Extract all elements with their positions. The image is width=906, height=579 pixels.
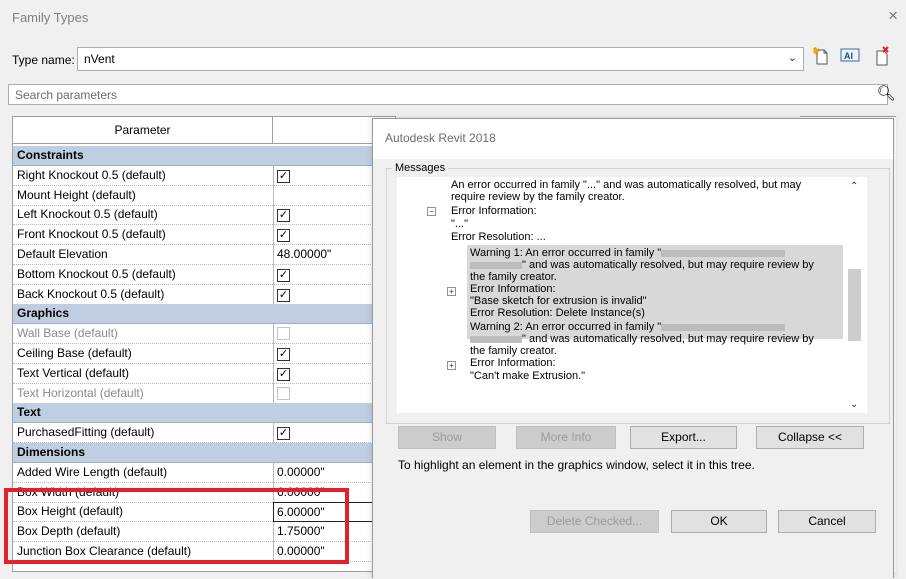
dialog-body: Messages An error occurred in family "..…	[373, 159, 893, 579]
parameter-name: Back Knockout 0.5 (default)	[17, 286, 165, 301]
ok-button[interactable]: OK	[671, 510, 767, 533]
parameter-name: Right Knockout 0.5 (default)	[17, 167, 166, 182]
type-name-value: nVent	[84, 52, 115, 66]
parameter-column-header[interactable]: Parameter	[13, 117, 273, 144]
expand-icon[interactable]: +	[447, 287, 456, 296]
tree-line[interactable]: Error Information:	[451, 205, 537, 217]
type-name-select[interactable]: nVent ⌄	[77, 47, 804, 71]
parameter-name: Mount Height (default)	[17, 187, 136, 202]
delete-type-icon[interactable]	[870, 46, 894, 70]
checkmark-icon[interactable]: ✓	[277, 427, 290, 441]
group-label: Constraints	[17, 148, 84, 162]
tree-line[interactable]: the family creator.	[470, 271, 557, 283]
parameter-name: Wall Base (default)	[17, 326, 118, 341]
cancel-button[interactable]: Cancel	[778, 510, 876, 533]
rename-type-glyph: AI	[844, 51, 853, 61]
scrollbar-thumb[interactable]	[848, 269, 861, 341]
parameter-name: Bottom Knockout 0.5 (default)	[17, 266, 176, 281]
parameter-name: Text Vertical (default)	[17, 365, 130, 380]
checkbox-empty[interactable]	[277, 386, 290, 400]
checkmark-icon[interactable]: ✓	[277, 229, 290, 243]
expand-icon[interactable]: +	[447, 361, 456, 370]
parameter-row: Default Elevation 48.00000"	[13, 245, 395, 265]
parameter-row: Wall Base (default)	[13, 324, 395, 345]
search-input[interactable]: Search parameters	[8, 84, 888, 105]
collapse-icon[interactable]: −	[427, 207, 436, 216]
group-label: Text	[17, 405, 41, 420]
tree-line[interactable]: Error Information:	[470, 283, 556, 295]
checkmark-icon[interactable]: ✓	[277, 288, 290, 302]
group-header[interactable]: Dimensions	[13, 443, 395, 463]
parameter-name: Default Elevation	[17, 247, 108, 261]
tree-line[interactable]: " and was automatically resolved, but ma…	[470, 259, 814, 271]
group-header[interactable]: Text	[13, 403, 395, 424]
rename-type-icon[interactable]: AI	[838, 46, 862, 70]
group-header[interactable]: Constraints	[13, 146, 395, 166]
parameter-row: Text Vertical (default) ✓	[13, 363, 395, 384]
tree-line[interactable]: Warning 2: An error occurred in family "	[470, 321, 786, 333]
parameter-row: Text Horizontal (default)	[13, 383, 395, 404]
collapse-button[interactable]: Collapse <<	[756, 426, 864, 449]
checkbox-empty[interactable]	[277, 327, 290, 341]
parameter-row: Left Knockout 0.5 (default) ✓	[13, 205, 395, 226]
parameter-name: Added Wire Length (default)	[17, 464, 168, 479]
parameter-row: Back Knockout 0.5 (default) ✓	[13, 284, 395, 305]
show-button[interactable]: Show	[398, 426, 496, 449]
dialog-hint: To highlight an element in the graphics …	[398, 458, 755, 472]
highlight-box	[4, 488, 349, 564]
tree-line[interactable]: require review by the family creator.	[451, 191, 625, 203]
tree-line[interactable]: Error Resolution: Delete Instance(s)	[470, 307, 645, 319]
tree-line[interactable]: Error Resolution: ...	[451, 231, 546, 243]
type-name-label: Type name:	[12, 53, 75, 67]
delete-checked-button[interactable]: Delete Checked...	[530, 510, 659, 533]
parameter-row: Front Knockout 0.5 (default) ✓	[13, 225, 395, 246]
tree-line[interactable]: "Can't make Extrusion."	[470, 370, 585, 382]
more-info-button[interactable]: More Info	[516, 426, 616, 449]
new-type-icon[interactable]	[810, 46, 834, 70]
messages-label: Messages	[392, 162, 449, 174]
parameter-name: Left Knockout 0.5 (default)	[17, 207, 158, 222]
tree-line[interactable]: "..."	[451, 218, 468, 230]
group-label: Dimensions	[17, 445, 86, 459]
parameter-row: PurchasedFitting (default) ✓	[13, 423, 395, 444]
tree-line[interactable]: An error occurred in family "..." and wa…	[451, 179, 801, 191]
messages-tree[interactable]: An error occurred in family "..." and wa…	[397, 177, 867, 413]
group-label: Graphics	[17, 306, 70, 321]
tree-line[interactable]: "Base sketch for extrusion is invalid"	[470, 295, 647, 307]
grid-header: Parameter	[13, 117, 395, 144]
checkmark-icon[interactable]: ✓	[277, 348, 290, 361]
dialog-title: Autodesk Revit 2018	[385, 131, 496, 145]
tree-scrollbar[interactable]: ⌃ ⌄	[846, 177, 863, 413]
parameter-row: Bottom Knockout 0.5 (default) ✓	[13, 264, 395, 285]
parameter-row: Ceiling Base (default) ✓	[13, 344, 395, 364]
search-icon[interactable]: 🔍︎	[875, 84, 897, 105]
checkmark-icon[interactable]: ✓	[277, 367, 290, 381]
scroll-down-icon[interactable]: ⌄	[850, 399, 858, 410]
checkmark-icon[interactable]: ✓	[277, 209, 290, 223]
parameter-name: Text Horizontal (default)	[17, 385, 144, 400]
tree-line[interactable]: " and was automatically resolved, but ma…	[470, 333, 814, 345]
parameter-row: Right Knockout 0.5 (default) ✓	[13, 165, 395, 186]
group-header[interactable]: Graphics	[13, 304, 395, 325]
tree-line[interactable]: Error Information:	[470, 357, 556, 369]
parameter-name: Front Knockout 0.5 (default)	[17, 227, 166, 242]
checkmark-icon[interactable]: ✓	[277, 268, 290, 282]
chevron-down-icon[interactable]: ⌄	[788, 51, 797, 64]
scroll-up-icon[interactable]: ⌃	[850, 181, 858, 192]
close-icon[interactable]: ×	[888, 6, 898, 26]
export-button[interactable]: Export...	[630, 426, 737, 449]
checkmark-icon[interactable]: ✓	[277, 169, 290, 183]
parameter-row: Added Wire Length (default) 0.00000"	[13, 462, 395, 483]
parameter-name: Ceiling Base (default)	[17, 346, 132, 360]
revit-warning-dialog: Autodesk Revit 2018 Messages An error oc…	[372, 118, 894, 579]
tree-line[interactable]: the family creator.	[470, 345, 557, 357]
parameter-name: PurchasedFitting (default)	[17, 425, 155, 440]
parameter-row: Mount Height (default)	[13, 185, 395, 206]
tree-line[interactable]: Warning 1: An error occurred in family "	[470, 247, 786, 259]
window-title: Family Types	[12, 10, 89, 25]
